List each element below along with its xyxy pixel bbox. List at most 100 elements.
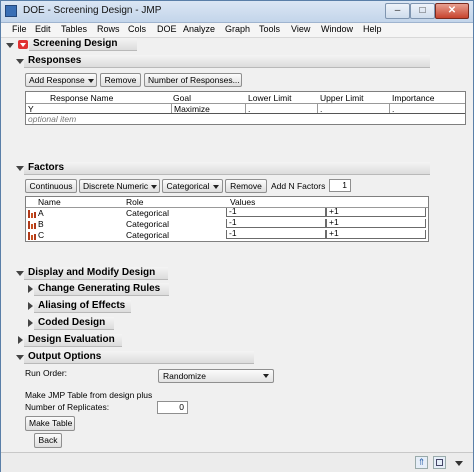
jmp-window: DOE - Screening Design - JMP – □ ✕ File … xyxy=(0,0,474,472)
remove-factor-button[interactable]: Remove xyxy=(225,179,267,193)
menu-view[interactable]: View xyxy=(291,24,310,34)
factor-value-low: -1 xyxy=(229,217,237,227)
menu-tables[interactable]: Tables xyxy=(61,24,87,34)
factor-name-cell[interactable]: C xyxy=(38,230,44,240)
factor-value-high: +1 xyxy=(329,206,339,216)
factor-value-low: -1 xyxy=(229,228,237,238)
replicates-input[interactable]: 0 xyxy=(157,401,188,414)
design-evaluation-title[interactable]: Design Evaluation xyxy=(24,334,122,347)
add-n-factors-input[interactable]: 1 xyxy=(329,179,351,192)
chevron-down-icon xyxy=(151,184,158,189)
run-order-select[interactable]: Randomize xyxy=(158,369,274,383)
cell-divider xyxy=(389,103,390,113)
screening-design-title: Screening Design xyxy=(29,38,137,51)
aliasing-of-effects-title[interactable]: Aliasing of Effects xyxy=(34,300,131,313)
make-table-description: Make JMP Table from design plus xyxy=(25,390,153,400)
column-header-goal: Goal xyxy=(173,93,191,103)
factor-value-high: +1 xyxy=(329,228,339,238)
coded-design-title[interactable]: Coded Design xyxy=(34,317,114,330)
report-content: Screening Design Responses Add Response … xyxy=(1,38,473,451)
discrete-numeric-label: Discrete Numeric xyxy=(83,181,149,191)
categorical-button[interactable]: Categorical xyxy=(162,179,223,193)
column-header-upper-limit: Upper Limit xyxy=(320,93,364,103)
red-triangle-menu-icon[interactable] xyxy=(18,40,28,49)
disclosure-open-icon[interactable] xyxy=(16,355,24,360)
continuous-button[interactable]: Continuous xyxy=(25,179,77,193)
factor-role-cell: Categorical xyxy=(126,219,169,229)
factors-title: Factors xyxy=(24,162,430,175)
factor-name-cell[interactable]: B xyxy=(38,219,44,229)
run-order-label: Run Order: xyxy=(25,368,68,378)
disclosure-open-icon[interactable] xyxy=(16,271,24,276)
menu-graph[interactable]: Graph xyxy=(225,24,250,34)
column-header-lower-limit: Lower Limit xyxy=(248,93,292,103)
factor-value-field[interactable]: +1 xyxy=(326,228,426,239)
disclosure-closed-icon[interactable] xyxy=(28,285,33,293)
menu-rows[interactable]: Rows xyxy=(97,24,120,34)
disclosure-closed-icon[interactable] xyxy=(18,336,23,344)
categorical-factor-icon xyxy=(28,232,37,240)
add-response-button[interactable]: Add Response xyxy=(25,73,97,87)
menu-tools[interactable]: Tools xyxy=(259,24,280,34)
factor-value-field[interactable]: -1 xyxy=(226,228,326,239)
categorical-label: Categorical xyxy=(166,181,210,191)
remove-response-button[interactable]: Remove xyxy=(100,73,141,87)
chevron-down-icon xyxy=(263,374,269,378)
optional-item-placeholder[interactable]: optional item xyxy=(28,114,76,124)
factor-value-field[interactable]: -1 xyxy=(226,206,326,217)
factor-name-cell[interactable]: A xyxy=(38,208,44,218)
back-button[interactable]: Back xyxy=(34,433,62,448)
menu-bar: File Edit Tables Rows Cols DOE Analyze G… xyxy=(1,23,473,38)
categorical-factor-icon xyxy=(28,221,37,229)
disclosure-open-icon[interactable] xyxy=(6,43,14,48)
close-button[interactable]: ✕ xyxy=(435,3,469,19)
menu-edit[interactable]: Edit xyxy=(35,24,51,34)
make-table-button[interactable]: Make Table xyxy=(25,416,75,431)
chevron-down-icon xyxy=(212,184,219,189)
cell-divider xyxy=(245,103,246,113)
factors-table: Name Role Values A Categorical -1 +1 B C… xyxy=(25,196,429,242)
menu-file[interactable]: File xyxy=(12,24,27,34)
column-header-name: Name xyxy=(38,197,61,207)
column-header-role: Role xyxy=(126,197,144,207)
column-header-importance: Importance xyxy=(392,93,435,103)
minimize-button[interactable]: – xyxy=(385,3,410,19)
window-title: DOE - Screening Design - JMP xyxy=(23,5,162,16)
disclosure-open-icon[interactable] xyxy=(16,166,24,171)
disclosure-open-icon[interactable] xyxy=(16,59,24,64)
categorical-factor-icon xyxy=(28,210,37,218)
factor-role-cell: Categorical xyxy=(126,230,169,240)
factor-value-field[interactable]: +1 xyxy=(326,206,426,217)
column-header-response-name: Response Name xyxy=(50,93,114,103)
dropdown-arrow-icon[interactable] xyxy=(453,456,465,469)
discrete-numeric-button[interactable]: Discrete Numeric xyxy=(79,179,160,193)
row-divider xyxy=(26,113,465,114)
maximize-button[interactable]: □ xyxy=(410,3,435,19)
factor-value-field[interactable]: -1 xyxy=(226,217,326,228)
chevron-down-icon xyxy=(87,78,94,83)
menu-cols[interactable]: Cols xyxy=(128,24,146,34)
responses-table: Response Name Goal Lower Limit Upper Lim… xyxy=(25,91,466,125)
add-response-label: Add Response xyxy=(29,75,85,85)
menu-analyze[interactable]: Analyze xyxy=(183,24,215,34)
menu-doe[interactable]: DOE xyxy=(157,24,177,34)
jmp-app-icon xyxy=(5,5,17,17)
cell-divider xyxy=(317,103,318,113)
disclosure-closed-icon[interactable] xyxy=(28,319,33,327)
cell-divider xyxy=(171,103,172,113)
title-bar: DOE - Screening Design - JMP – □ ✕ xyxy=(1,1,473,23)
disclosure-closed-icon[interactable] xyxy=(28,302,33,310)
table-view-icon[interactable] xyxy=(433,456,446,469)
menu-window[interactable]: Window xyxy=(321,24,353,34)
display-modify-title: Display and Modify Design xyxy=(24,267,168,280)
factor-value-field[interactable]: +1 xyxy=(326,217,426,228)
add-n-factors-label: Add N Factors xyxy=(271,181,326,191)
status-bar: ⇑ xyxy=(1,452,473,472)
replicates-label: Number of Replicates: xyxy=(25,402,110,412)
scroll-to-top-icon[interactable]: ⇑ xyxy=(415,456,428,469)
responses-title: Responses xyxy=(24,55,430,68)
menu-help[interactable]: Help xyxy=(363,24,382,34)
output-options-title: Output Options xyxy=(24,351,254,364)
change-generating-rules-title[interactable]: Change Generating Rules xyxy=(34,283,169,296)
number-of-responses-button[interactable]: Number of Responses... xyxy=(144,73,242,87)
